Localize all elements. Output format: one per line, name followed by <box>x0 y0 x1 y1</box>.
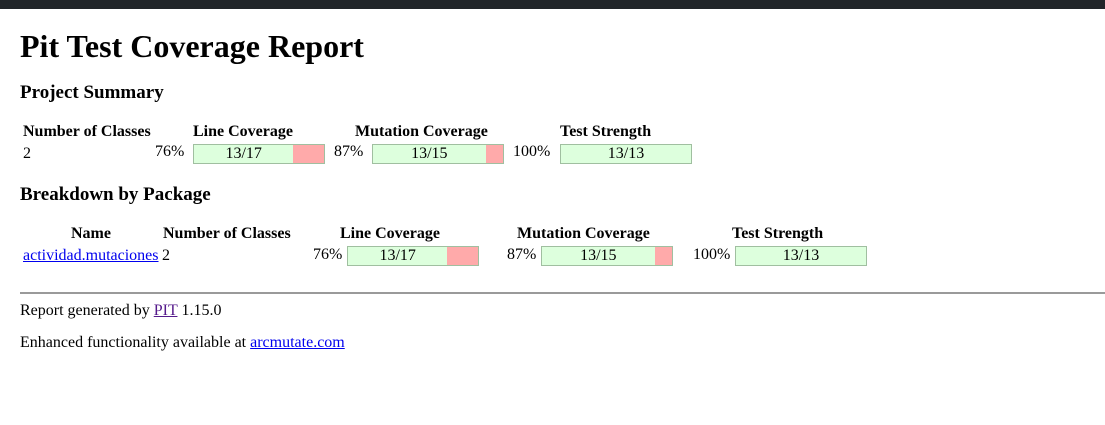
breakdown-header-name: Name <box>71 225 111 242</box>
package-num-classes: 2 <box>162 247 170 264</box>
footer-divider <box>20 292 1105 294</box>
summary-header-test-strength: Test Strength <box>560 123 652 140</box>
summary-header-line-coverage: Line Coverage <box>193 123 293 140</box>
project-summary-heading: Project Summary <box>20 82 164 103</box>
breakdown-heading: Breakdown by Package <box>20 184 211 205</box>
package-link-actividad-mutaciones[interactable]: actividad.mutaciones <box>23 247 159 265</box>
enhanced-prefix-text: Enhanced functionality available at <box>20 334 247 351</box>
pit-version-text: 1.15.0 <box>181 302 222 319</box>
breakdown-header-test-strength: Test Strength <box>732 225 824 242</box>
breakdown-header-line-coverage: Line Coverage <box>340 225 440 242</box>
report-generated-line: Report generated by PIT 1.15.0 <box>20 302 221 320</box>
summary-line-coverage-bar: 13/17 <box>193 144 325 164</box>
generated-prefix-text: Report generated by <box>20 302 150 319</box>
enhanced-functionality-line: Enhanced functionality available at arcm… <box>20 334 345 352</box>
package-mutation-coverage-bar: 13/15 <box>541 246 673 266</box>
summary-mutation-coverage-bar: 13/15 <box>372 144 504 164</box>
package-strength-percent: 100% <box>693 246 731 263</box>
summary-header-classes: Number of Classes <box>23 123 151 140</box>
page-title: Pit Test Coverage Report <box>20 28 364 64</box>
breakdown-header-mutation-coverage: Mutation Coverage <box>517 225 650 242</box>
summary-line-percent: 76% <box>155 143 185 160</box>
top-bar <box>0 0 1105 9</box>
package-line-coverage-bar: 13/17 <box>347 246 479 266</box>
summary-num-classes: 2 <box>23 145 31 162</box>
summary-strength-percent: 100% <box>513 143 551 160</box>
breakdown-header-classes: Number of Classes <box>163 225 291 242</box>
package-mutation-percent: 87% <box>507 246 537 263</box>
package-test-strength-label: 13/13 <box>782 247 820 264</box>
arcmutate-link[interactable]: arcmutate.com <box>250 334 345 351</box>
summary-mutation-percent: 87% <box>334 143 364 160</box>
pit-link[interactable]: PIT <box>154 302 178 319</box>
summary-header-mutation-coverage: Mutation Coverage <box>355 123 488 140</box>
package-test-strength-bar: 13/13 <box>735 246 867 266</box>
package-line-percent: 76% <box>313 246 343 263</box>
package-line-coverage-label: 13/17 <box>379 247 416 264</box>
package-mutation-coverage-label: 13/15 <box>580 247 617 264</box>
summary-mutation-coverage-label: 13/15 <box>411 145 448 162</box>
summary-test-strength-label: 13/13 <box>607 145 645 162</box>
summary-test-strength-bar: 13/13 <box>560 144 692 164</box>
summary-line-coverage-label: 13/17 <box>225 145 262 162</box>
